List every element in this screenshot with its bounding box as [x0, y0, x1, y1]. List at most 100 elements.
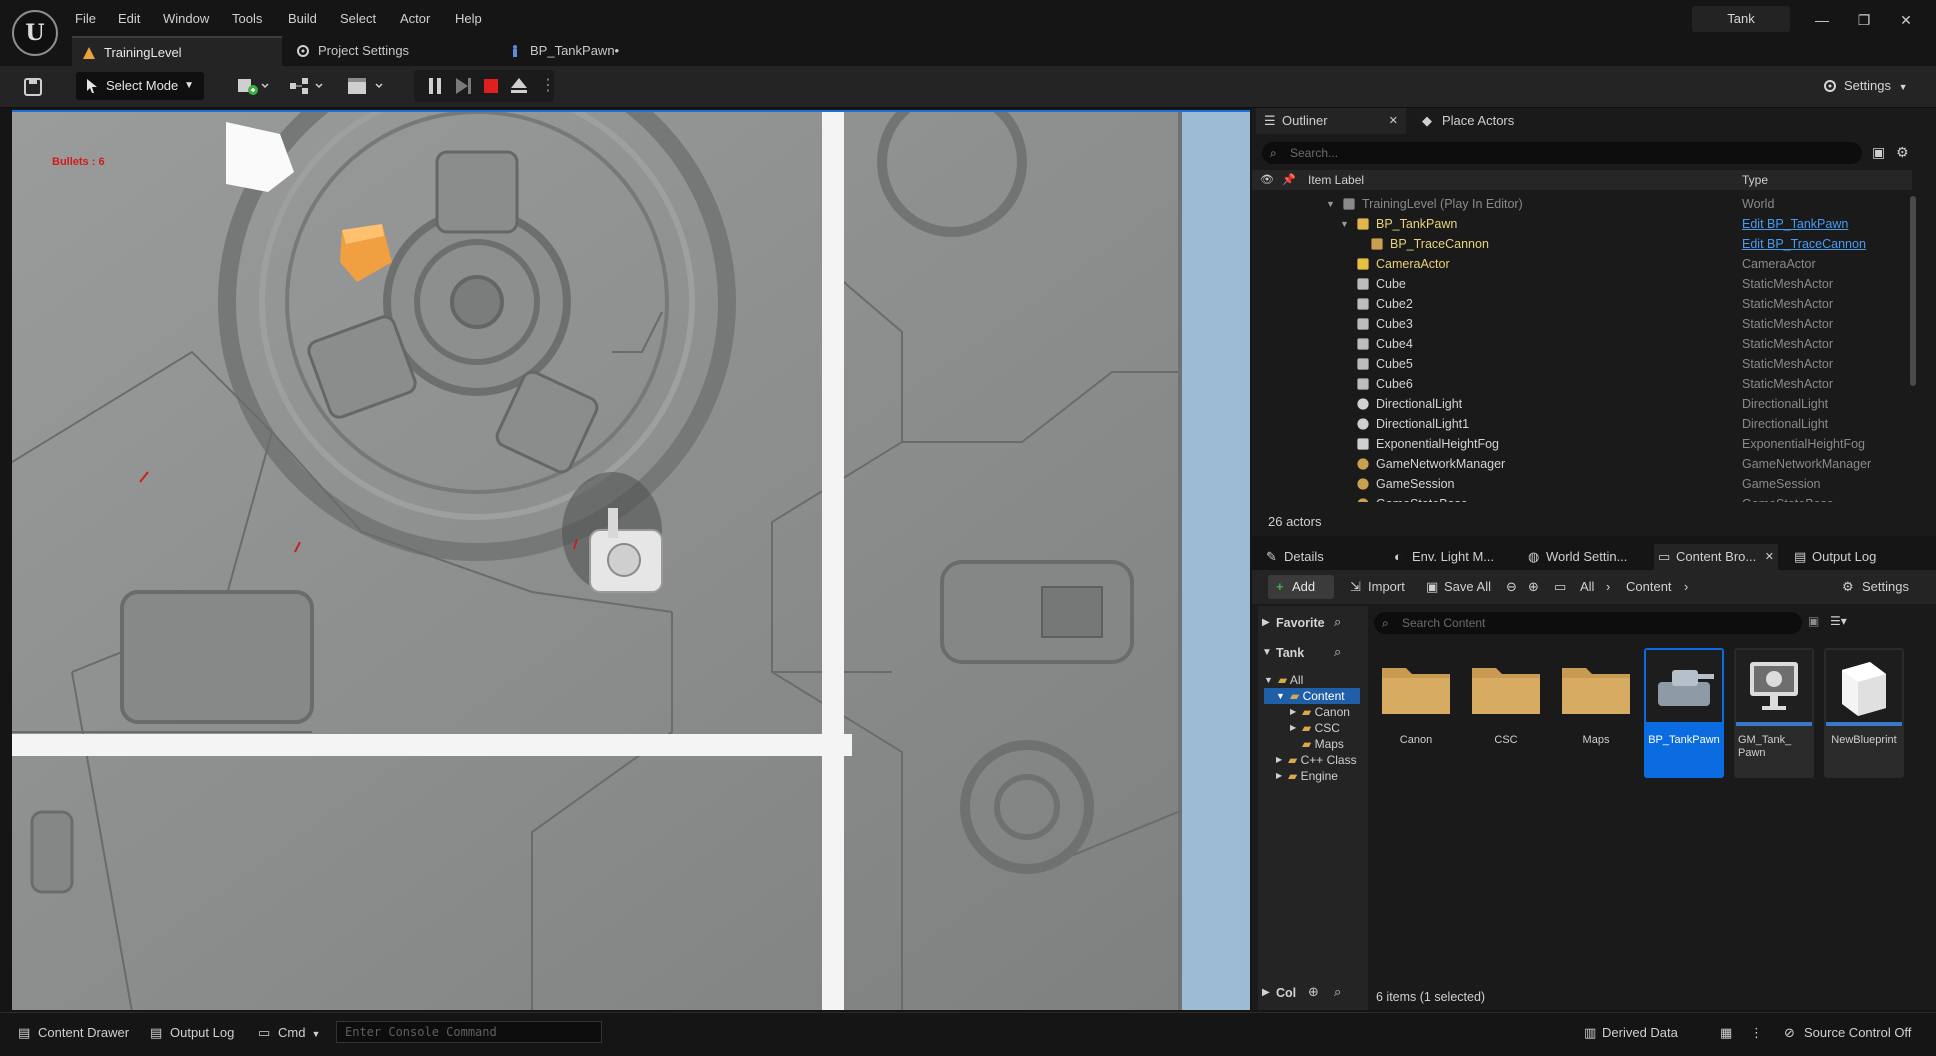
tab-outliner[interactable]: ☰ Outliner ✕ — [1256, 108, 1406, 134]
outliner-row[interactable]: Cube3 StaticMeshActor — [1252, 314, 1912, 334]
save-icon[interactable] — [22, 76, 44, 98]
asset-gm-tank-pawn[interactable]: GM_Tank_ Pawn — [1734, 648, 1814, 778]
minimize-icon[interactable]: — — [1814, 12, 1830, 28]
close-icon[interactable]: ✕ — [1389, 108, 1398, 134]
save-search-icon[interactable]: ▣ — [1808, 614, 1819, 628]
asset-folder-csc[interactable]: CSC — [1466, 648, 1546, 776]
visibility-icon[interactable]: 👁 — [1260, 173, 1274, 186]
column-item-label[interactable]: Item Label — [1308, 173, 1364, 187]
add-folder-icon[interactable]: ▣ — [1872, 144, 1885, 161]
add-actor-icon[interactable] — [236, 75, 272, 97]
column-type[interactable]: Type — [1742, 173, 1768, 187]
settings-button[interactable]: Settings ▼ — [1822, 74, 1908, 98]
project-header[interactable]: ▼ Tank — [1262, 640, 1304, 666]
menu-tools[interactable]: Tools — [232, 9, 262, 29]
menu-help[interactable]: Help — [455, 9, 482, 29]
restore-icon[interactable]: ❐ — [1856, 12, 1872, 28]
folder-icon[interactable]: ▭ — [1554, 575, 1566, 599]
unreal-logo[interactable]: U — [12, 10, 58, 56]
tree-item-engine[interactable]: ▶ ▰ Engine — [1262, 768, 1338, 784]
collections-header[interactable]: ▶ Col — [1262, 980, 1296, 1006]
save-all-button[interactable]: ▣ Save All — [1426, 575, 1491, 599]
eject-icon[interactable] — [508, 75, 530, 97]
outliner-row[interactable]: Cube StaticMeshActor — [1252, 274, 1912, 294]
tree-item-csc[interactable]: ▶ ▰ CSC — [1262, 720, 1340, 736]
search-icon[interactable]: ⌕ — [1334, 984, 1341, 1000]
pin-icon[interactable]: 📌 — [1282, 173, 1296, 186]
content-drawer-button[interactable]: ▤ Content Drawer — [18, 1022, 129, 1044]
more-options-icon[interactable]: ⋮ — [540, 75, 556, 97]
close-icon[interactable]: ✕ — [1898, 12, 1914, 28]
search-icon[interactable]: ⌕ — [1334, 644, 1341, 660]
menu-actor[interactable]: Actor — [400, 9, 430, 29]
tab-bp-tankpawn[interactable]: BP_TankPawn• — [498, 36, 658, 66]
outliner-row[interactable]: GameNetworkManager GameNetworkManager — [1252, 454, 1912, 474]
outliner-row[interactable]: CameraActor CameraActor — [1252, 254, 1912, 274]
stop-icon[interactable] — [480, 75, 502, 97]
asset-folder-maps[interactable]: Maps — [1556, 648, 1636, 776]
menu-edit[interactable]: Edit — [118, 9, 140, 29]
outliner-row[interactable]: Cube4 StaticMeshActor — [1252, 334, 1912, 354]
asset-new-blueprint[interactable]: NewBlueprint — [1824, 648, 1904, 778]
tree-item-all[interactable]: ▼ ▰ All — [1262, 672, 1303, 688]
asset-folder-canon[interactable]: Canon — [1376, 648, 1456, 776]
tab-details[interactable]: ✎ Details — [1262, 544, 1324, 570]
blueprint-menu-icon[interactable] — [288, 75, 326, 97]
menu-window[interactable]: Window — [163, 9, 209, 29]
tab-world-settings[interactable]: ◍ World Settin... — [1524, 544, 1627, 570]
back-icon[interactable]: ⊖ — [1506, 575, 1517, 599]
filter-icon[interactable]: ☰▾ — [1830, 614, 1847, 628]
output-log-button[interactable]: ▤ Output Log — [150, 1022, 234, 1044]
breadcrumb-content[interactable]: Content — [1626, 575, 1672, 599]
outliner-row[interactable]: Cube2 StaticMeshActor — [1252, 294, 1912, 314]
tree-item-content[interactable]: ▼ ▰ Content — [1262, 688, 1345, 704]
favorites-header[interactable]: ▶ Favorite — [1262, 610, 1325, 636]
trace-icon[interactable]: ▦ — [1720, 1022, 1732, 1044]
cinematics-icon[interactable] — [346, 75, 386, 97]
content-search-input[interactable]: ⌕ Search Content — [1374, 612, 1802, 634]
outliner-row[interactable]: ▼ TrainingLevel (Play In Editor) World — [1252, 194, 1912, 214]
outliner-row[interactable]: Cube5 StaticMeshActor — [1252, 354, 1912, 374]
cb-settings-button[interactable]: ⚙ Settings — [1842, 575, 1909, 599]
chevron-down-icon[interactable]: ▼ — [1326, 194, 1335, 214]
asset-bp-tankpawn[interactable]: BP_TankPawn — [1644, 648, 1724, 778]
skip-frame-icon[interactable] — [452, 75, 474, 97]
outliner-row[interactable]: GameStateBase GameStateBase — [1252, 494, 1912, 502]
tree-item-cpp-classes[interactable]: ▶ ▰ C++ Class — [1262, 752, 1362, 768]
level-viewport[interactable]: Bullets : 6 — [12, 110, 1250, 1010]
edit-blueprint-link[interactable]: Edit BP_TankPawn — [1742, 214, 1848, 234]
add-collection-icon[interactable]: ⊕ — [1308, 984, 1319, 1000]
outliner-row[interactable]: ▼ BP_TankPawn Edit BP_TankPawn — [1252, 214, 1912, 234]
menu-build[interactable]: Build — [288, 9, 317, 29]
tab-training-level[interactable]: TrainingLevel — [72, 36, 282, 66]
outliner-row[interactable]: ExponentialHeightFog ExponentialHeightFog — [1252, 434, 1912, 454]
more-options-icon[interactable]: ⋮ — [1750, 1022, 1763, 1044]
console-command-input[interactable]: Enter Console Command — [336, 1021, 602, 1043]
tab-env-light-mixer[interactable]: ◐ Env. Light M... — [1390, 544, 1494, 570]
search-icon[interactable]: ⌕ — [1334, 614, 1341, 630]
select-mode-dropdown[interactable]: Select Mode ▼ — [76, 72, 204, 100]
tree-item-canon[interactable]: ▶ ▰ Canon — [1262, 704, 1350, 720]
import-button[interactable]: ⇲ Import — [1350, 575, 1405, 599]
outliner-search-input[interactable]: ⌕ Search... — [1262, 142, 1862, 164]
tab-output-log[interactable]: ▤ Output Log — [1790, 544, 1876, 570]
menu-select[interactable]: Select — [340, 9, 376, 29]
tab-place-actors[interactable]: ◆ Place Actors — [1420, 108, 1514, 134]
menu-file[interactable]: File — [75, 9, 96, 29]
close-icon[interactable]: ✕ — [1765, 544, 1774, 570]
outliner-row[interactable]: GameSession GameSession — [1252, 474, 1912, 494]
derived-data-button[interactable]: ▥ Derived Data — [1584, 1022, 1678, 1044]
forward-icon[interactable]: ⊕ — [1528, 575, 1539, 599]
tab-content-browser[interactable]: ▭ Content Bro... ✕ — [1654, 544, 1778, 570]
add-button[interactable]: + Add — [1268, 575, 1334, 599]
outliner-row[interactable]: DirectionalLight DirectionalLight — [1252, 394, 1912, 414]
cmd-dropdown[interactable]: ▭ Cmd ▼ — [258, 1022, 320, 1044]
edit-blueprint-link[interactable]: Edit BP_TraceCannon — [1742, 234, 1866, 254]
outliner-row[interactable]: Cube6 StaticMeshActor — [1252, 374, 1912, 394]
tab-project-settings[interactable]: Project Settings — [286, 36, 486, 66]
source-control-button[interactable]: ⊘ Source Control Off — [1784, 1022, 1911, 1044]
pause-icon[interactable] — [424, 75, 446, 97]
gear-icon[interactable]: ⚙ — [1896, 144, 1909, 161]
breadcrumb-all[interactable]: All — [1580, 575, 1594, 599]
tree-item-maps[interactable]: ▰ Maps — [1262, 736, 1344, 752]
